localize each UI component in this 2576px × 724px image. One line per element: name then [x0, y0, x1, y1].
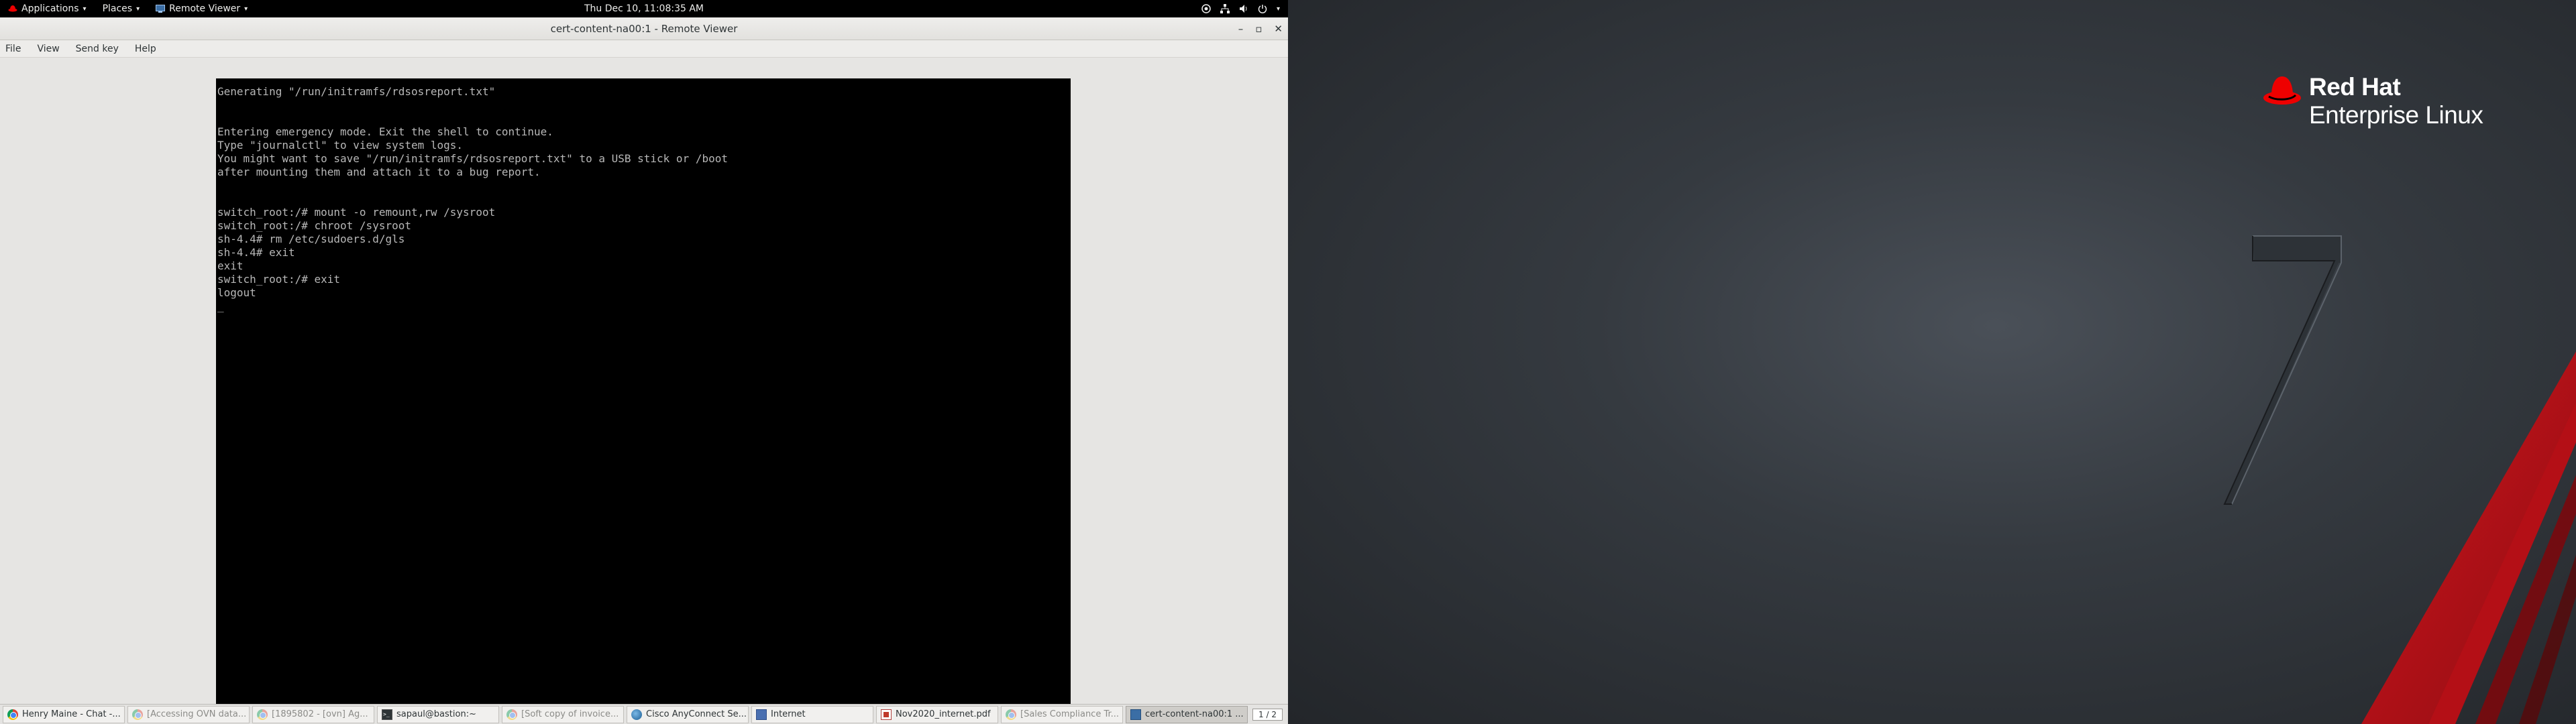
task-label: sapaul@bastion:~ — [396, 709, 476, 719]
brand-line-enterprise-linux: Enterprise Linux — [2309, 101, 2483, 129]
remote-viewer-app-menu[interactable]: Remote Viewer ▾ — [148, 0, 256, 17]
applications-menu[interactable]: Applications ▾ — [0, 0, 95, 17]
console-line: exit — [217, 259, 244, 272]
console-cursor: _ — [217, 300, 224, 312]
remote-viewer-window: cert-content-na00:1 - Remote Viewer – ▫ … — [0, 17, 1288, 704]
network-icon[interactable] — [1220, 4, 1230, 13]
task-label: Internet — [771, 709, 806, 719]
power-icon[interactable] — [1258, 4, 1267, 13]
chevron-down-icon[interactable]: ▾ — [1277, 5, 1280, 13]
console-line: Generating "/run/initramfs/rdsosreport.t… — [217, 85, 496, 98]
console-line: logout — [217, 286, 256, 299]
minimize-icon[interactable]: – — [1238, 23, 1244, 35]
red-hat-logo: Red Hat Enterprise Linux — [2262, 72, 2483, 129]
remote-console[interactable]: Generating "/run/initramfs/rdsosreport.t… — [216, 78, 1071, 704]
task-label: Cisco AnyConnect Se... — [646, 709, 747, 719]
pdf-icon — [881, 709, 892, 720]
panel-clock[interactable]: Thu Dec 10, 11:08:35 AM — [584, 3, 704, 14]
task-accessing-ovn-data[interactable]: [Accessing OVN data... — [127, 705, 250, 723]
task-label: [Sales Compliance Tr... — [1020, 709, 1120, 719]
window-title: cert-content-na00:1 - Remote Viewer — [550, 22, 738, 35]
chrome-icon — [506, 709, 517, 720]
menu-send-key[interactable]: Send key — [76, 44, 119, 54]
close-icon[interactable]: ✕ — [1274, 23, 1283, 35]
chrome-icon — [257, 709, 268, 720]
chrome-icon — [7, 709, 18, 720]
chrome-icon — [132, 709, 143, 720]
task-label: cert-content-na00:1 ... — [1145, 709, 1244, 719]
task-soft-copy-invoice[interactable]: [Soft copy of invoice... — [502, 705, 624, 723]
task-label: [Accessing OVN data... — [147, 709, 247, 719]
viewer-area: Generating "/run/initramfs/rdsosreport.t… — [0, 62, 1288, 704]
chrome-icon — [1006, 709, 1016, 720]
console-line: Entering emergency mode. Exit the shell … — [217, 125, 553, 138]
top-panel: Applications ▾ Places ▾ Remote Viewer ▾ … — [0, 0, 1288, 17]
red-hat-icon — [2263, 76, 2301, 105]
terminal-icon — [382, 709, 392, 720]
task-cisco-anyconnect[interactable]: Cisco AnyConnect Se... — [627, 705, 749, 723]
status-area[interactable]: ▾ — [1201, 0, 1280, 17]
applications-label: Applications — [21, 3, 79, 14]
chat-status-icon[interactable] — [1201, 4, 1211, 13]
remote-viewer-icon — [156, 5, 166, 13]
cisco-icon — [631, 709, 642, 720]
document-icon — [756, 709, 767, 720]
red-stripes — [2361, 351, 2576, 724]
task-henry-maine-chat[interactable]: Henry Maine - Chat -... — [3, 705, 125, 723]
numeral-seven-shape — [2223, 235, 2342, 505]
workspace-switcher[interactable]: 1 / 2 — [1252, 708, 1283, 721]
task-label: [Soft copy of invoice... — [521, 709, 619, 719]
chevron-down-icon: ▾ — [136, 5, 140, 13]
task-label: Henry Maine - Chat -... — [22, 709, 121, 719]
console-line: sh-4.4# exit — [217, 246, 295, 259]
desktop-wallpaper: Red Hat Enterprise Linux — [1288, 0, 2576, 724]
task-nov2020-pdf[interactable]: Nov2020_internet.pdf — [876, 705, 998, 723]
console-line: switch_root:/# chroot /sysroot — [217, 219, 411, 232]
task-terminal-bastion[interactable]: sapaul@bastion:~ — [377, 705, 499, 723]
window-menubar: File View Send key Help — [0, 40, 1288, 58]
volume-icon[interactable] — [1239, 4, 1248, 13]
chevron-down-icon: ▾ — [83, 5, 87, 13]
chevron-down-icon: ▾ — [244, 5, 248, 13]
console-line: Type "journalctl" to view system logs. — [217, 139, 464, 152]
console-line: after mounting them and attach it to a b… — [217, 166, 541, 178]
places-menu[interactable]: Places ▾ — [95, 0, 148, 17]
console-line: switch_root:/# exit — [217, 273, 341, 286]
red-hat-menu-icon — [8, 5, 17, 12]
maximize-icon[interactable]: ▫ — [1255, 23, 1262, 35]
menu-file[interactable]: File — [5, 44, 21, 54]
places-label: Places — [102, 3, 133, 14]
console-line: switch_root:/# mount -o remount,rw /sysr… — [217, 206, 496, 219]
task-label: Nov2020_internet.pdf — [896, 709, 991, 719]
task-internet[interactable]: Internet — [751, 705, 873, 723]
menu-view[interactable]: View — [37, 44, 59, 54]
remote-viewer-label: Remote Viewer — [169, 3, 241, 14]
task-bug-1895802[interactable]: [1895802 - [ovn] Ag... — [252, 705, 374, 723]
task-remote-viewer[interactable]: cert-content-na00:1 ... — [1126, 705, 1248, 723]
menu-help[interactable]: Help — [135, 44, 156, 54]
window-titlebar[interactable]: cert-content-na00:1 - Remote Viewer – ▫ … — [0, 17, 1288, 40]
taskbar: Henry Maine - Chat -... [Accessing OVN d… — [0, 704, 1288, 724]
remote-viewer-icon — [1130, 709, 1141, 720]
task-label: [1895802 - [ovn] Ag... — [272, 709, 368, 719]
console-line: sh-4.4# rm /etc/sudoers.d/gls — [217, 233, 405, 245]
brand-line-red-hat: Red Hat — [2309, 73, 2401, 101]
task-sales-compliance[interactable]: [Sales Compliance Tr... — [1001, 705, 1123, 723]
console-line: You might want to save "/run/initramfs/r… — [217, 152, 728, 165]
